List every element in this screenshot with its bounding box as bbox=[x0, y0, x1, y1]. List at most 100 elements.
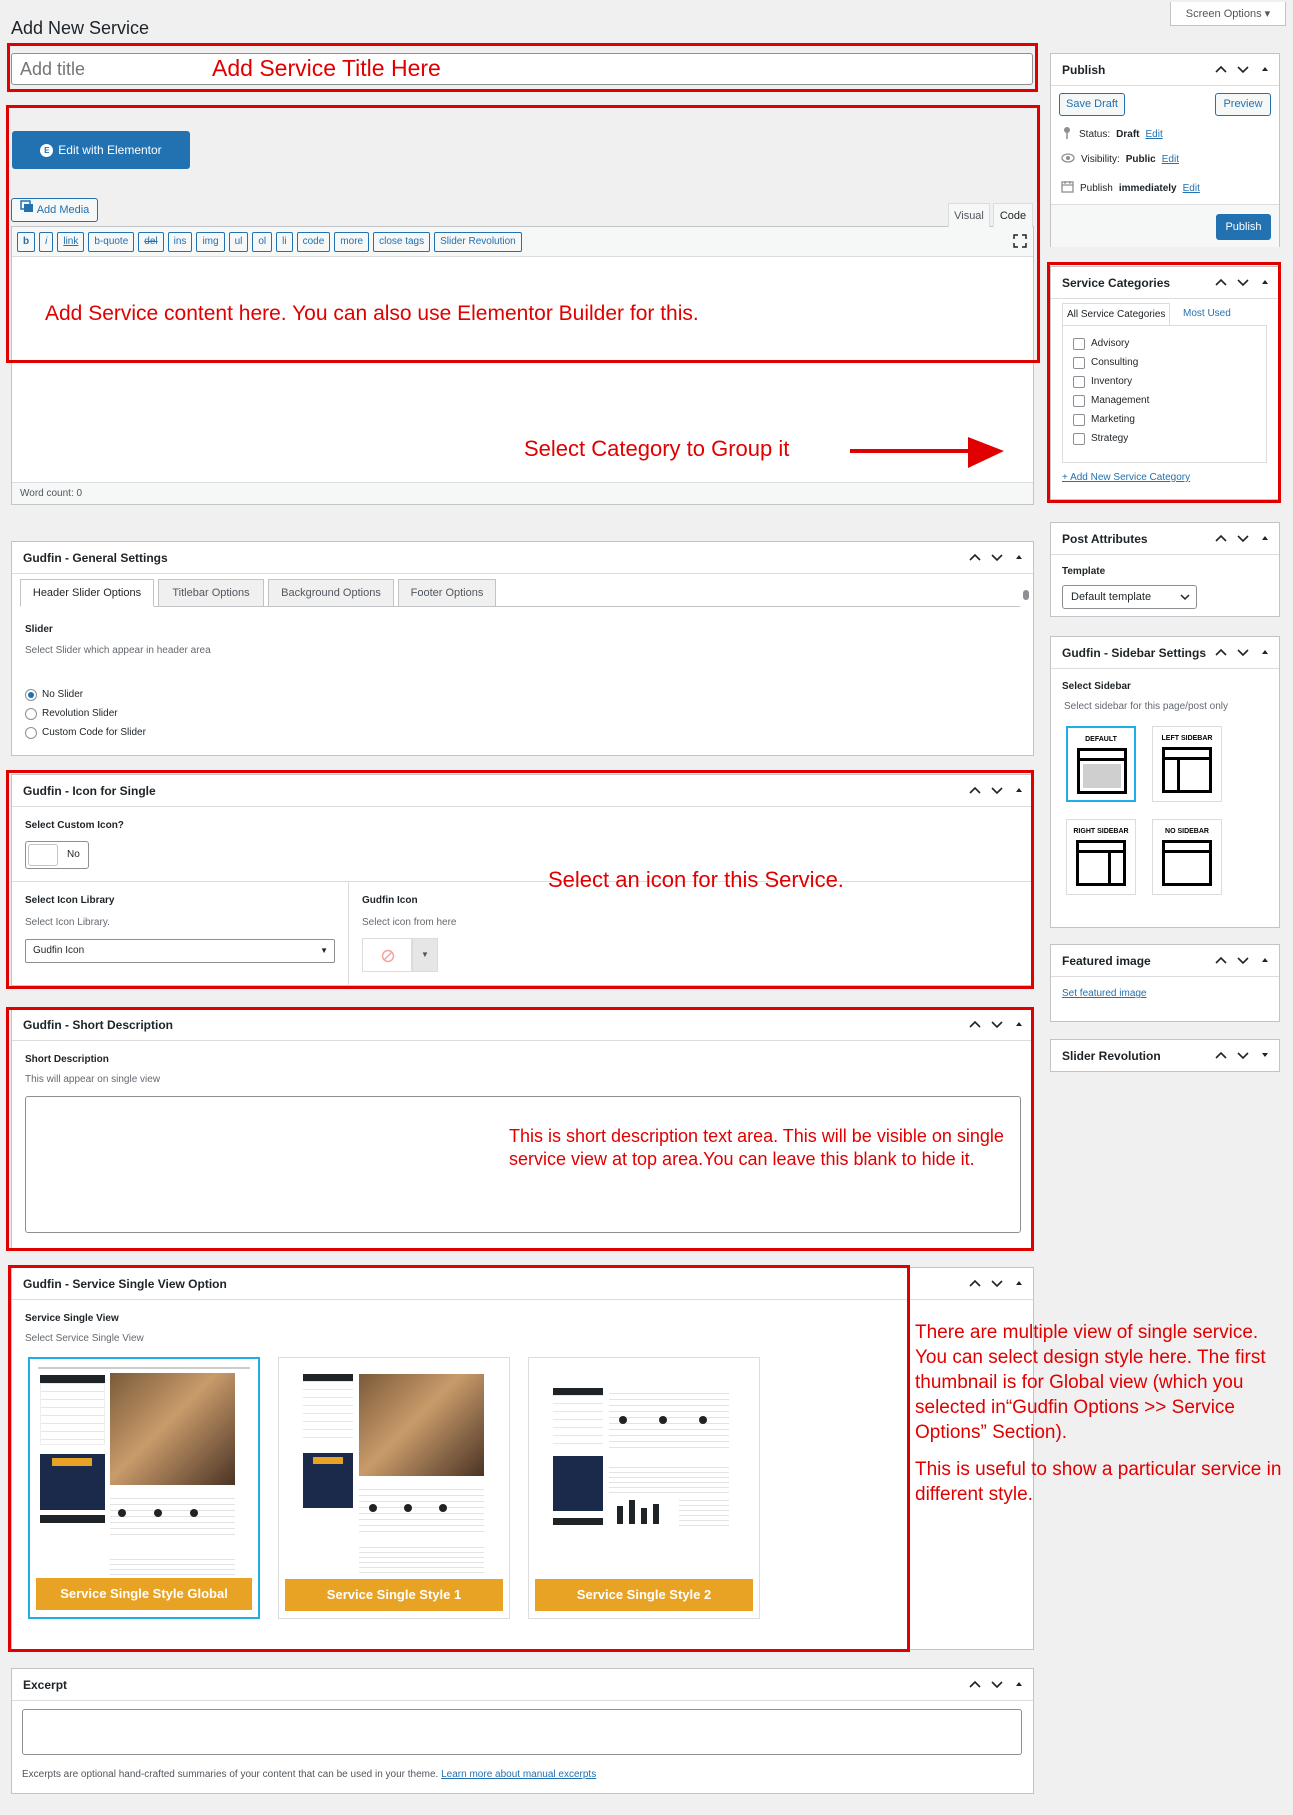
visibility-edit-link[interactable]: Edit bbox=[1162, 154, 1179, 165]
sidebar-option-left[interactable]: LEFT SIDEBAR bbox=[1152, 726, 1222, 802]
category-consulting[interactable]: Consulting bbox=[1073, 353, 1256, 372]
icon-picker-toggle[interactable]: ▼ bbox=[412, 938, 438, 972]
triangle-down-icon[interactable] bbox=[1257, 1047, 1273, 1063]
box-controls bbox=[1213, 274, 1273, 290]
template-select[interactable]: Default template bbox=[1062, 585, 1197, 609]
triangle-up-icon[interactable] bbox=[1011, 549, 1027, 565]
tab-header-slider-options[interactable]: Header Slider Options bbox=[20, 579, 154, 607]
category-advisory[interactable]: Advisory bbox=[1073, 334, 1256, 353]
icon-library-select[interactable]: Gudfin Icon ▼ bbox=[25, 939, 335, 963]
triangle-up-icon[interactable] bbox=[1011, 1275, 1027, 1291]
set-featured-image-link[interactable]: Set featured image bbox=[1062, 988, 1147, 999]
edit-with-elementor-button[interactable]: E Edit with Elementor bbox=[12, 131, 190, 169]
triangle-up-icon[interactable] bbox=[1257, 61, 1273, 77]
visibility-label: Visibility: bbox=[1081, 154, 1120, 165]
thumb-style-global[interactable]: Service Single Style Global bbox=[28, 1357, 260, 1619]
radio-revolution-slider[interactable]: Revolution Slider bbox=[25, 704, 146, 723]
preview-button[interactable]: Preview bbox=[1215, 93, 1271, 116]
title-input[interactable] bbox=[11, 53, 1033, 85]
chevron-down-icon[interactable] bbox=[1235, 952, 1251, 968]
qt-slider-revolution-button[interactable]: Slider Revolution bbox=[434, 232, 522, 252]
triangle-up-icon[interactable] bbox=[1011, 1016, 1027, 1032]
qt-link-button[interactable]: link bbox=[57, 232, 85, 252]
chevron-down-icon[interactable] bbox=[1235, 644, 1251, 660]
sidebar-option-default[interactable]: DEFAULT bbox=[1066, 726, 1136, 802]
category-inventory[interactable]: Inventory bbox=[1073, 372, 1256, 391]
category-strategy[interactable]: Strategy bbox=[1073, 429, 1256, 448]
radio-custom-code[interactable]: Custom Code for Slider bbox=[25, 723, 146, 742]
custom-icon-toggle[interactable]: No bbox=[25, 841, 89, 869]
tab-background-options[interactable]: Background Options bbox=[268, 579, 394, 607]
chevron-up-icon[interactable] bbox=[1213, 644, 1229, 660]
qt-more-button[interactable]: more bbox=[334, 232, 370, 252]
fullscreen-icon[interactable] bbox=[1013, 234, 1027, 251]
publish-time-edit-link[interactable]: Edit bbox=[1183, 183, 1200, 194]
chevron-down-icon[interactable] bbox=[989, 782, 1005, 798]
qt-img-button[interactable]: img bbox=[196, 232, 225, 252]
add-new-category-link[interactable]: + Add New Service Category bbox=[1062, 472, 1190, 483]
qt-ol-button[interactable]: ol bbox=[252, 232, 273, 252]
icon-single-box: Gudfin - Icon for Single Select Custom I… bbox=[11, 774, 1034, 986]
triangle-up-icon[interactable] bbox=[1011, 782, 1027, 798]
chevron-up-icon[interactable] bbox=[967, 1275, 983, 1291]
chevron-up-icon[interactable] bbox=[1213, 1047, 1229, 1063]
triangle-up-icon[interactable] bbox=[1257, 274, 1273, 290]
excerpt-help-link[interactable]: Learn more about manual excerpts bbox=[441, 1769, 596, 1780]
add-media-button[interactable]: Add Media bbox=[11, 198, 98, 222]
qt-code-button[interactable]: code bbox=[296, 232, 331, 252]
tab-most-used[interactable]: Most Used bbox=[1179, 303, 1235, 325]
triangle-up-icon[interactable] bbox=[1257, 530, 1273, 546]
publish-button[interactable]: Publish bbox=[1216, 214, 1271, 240]
tab-visual[interactable]: Visual bbox=[948, 203, 990, 227]
chevron-down-icon[interactable] bbox=[1235, 530, 1251, 546]
triangle-up-icon[interactable] bbox=[1257, 644, 1273, 660]
chevron-up-icon[interactable] bbox=[1213, 61, 1229, 77]
chevron-up-icon[interactable] bbox=[967, 1016, 983, 1032]
qt-close-tags-button[interactable]: close tags bbox=[373, 232, 431, 252]
save-draft-button[interactable]: Save Draft bbox=[1059, 93, 1125, 116]
category-marketing[interactable]: Marketing bbox=[1073, 410, 1256, 429]
screen-options-button[interactable]: Screen Options ▾ bbox=[1170, 2, 1286, 26]
tab-code[interactable]: Code bbox=[993, 203, 1033, 227]
tab-all-categories[interactable]: All Service Categories bbox=[1062, 303, 1171, 325]
chevron-down-icon[interactable] bbox=[1235, 274, 1251, 290]
chevron-down-icon[interactable] bbox=[1235, 1047, 1251, 1063]
qt-del-button[interactable]: del bbox=[138, 232, 164, 252]
sidebar-option-right[interactable]: RIGHT SIDEBAR bbox=[1066, 819, 1136, 895]
triangle-up-icon[interactable] bbox=[1011, 1676, 1027, 1692]
chevron-up-icon[interactable] bbox=[967, 1676, 983, 1692]
qt-li-button[interactable]: li bbox=[276, 232, 293, 252]
qt-bold-button[interactable]: b bbox=[17, 232, 36, 252]
qt-italic-button[interactable]: i bbox=[39, 232, 54, 252]
triangle-up-icon[interactable] bbox=[1257, 952, 1273, 968]
tab-footer-options[interactable]: Footer Options bbox=[398, 579, 496, 607]
chevron-up-icon[interactable] bbox=[1213, 952, 1229, 968]
select-sidebar-hint: Select sidebar for this page/post only bbox=[1064, 701, 1228, 712]
chevron-up-icon[interactable] bbox=[967, 549, 983, 565]
chevron-up-icon[interactable] bbox=[1213, 274, 1229, 290]
chevron-down-icon[interactable] bbox=[989, 549, 1005, 565]
chevron-down-icon[interactable] bbox=[989, 1676, 1005, 1692]
qt-bquote-button[interactable]: b-quote bbox=[88, 232, 135, 252]
chevron-up-icon[interactable] bbox=[967, 782, 983, 798]
status-edit-link[interactable]: Edit bbox=[1145, 129, 1162, 140]
tab-titlebar-options[interactable]: Titlebar Options bbox=[158, 579, 264, 607]
chevron-up-icon[interactable] bbox=[1213, 530, 1229, 546]
sidebar-option-none[interactable]: NO SIDEBAR bbox=[1152, 819, 1222, 895]
scrollbar[interactable] bbox=[1023, 580, 1031, 608]
excerpt-textarea[interactable] bbox=[22, 1709, 1022, 1755]
icon-picker-preview[interactable] bbox=[362, 938, 412, 972]
category-management[interactable]: Management bbox=[1073, 391, 1256, 410]
qt-ins-button[interactable]: ins bbox=[167, 232, 193, 252]
radio-no-slider[interactable]: No Slider bbox=[25, 685, 146, 704]
thumb-style-1[interactable]: Service Single Style 1 bbox=[278, 1357, 510, 1619]
publish-time-row: Publish immediately Edit bbox=[1061, 180, 1200, 196]
box-controls bbox=[967, 1275, 1027, 1291]
chevron-down-icon[interactable] bbox=[1235, 61, 1251, 77]
add-media-icon bbox=[19, 199, 34, 221]
qt-ul-button[interactable]: ul bbox=[228, 232, 249, 252]
thumb-style-2[interactable]: Service Single Style 2 bbox=[528, 1357, 760, 1619]
chevron-down-icon[interactable] bbox=[989, 1275, 1005, 1291]
chevron-down-icon[interactable] bbox=[989, 1016, 1005, 1032]
category-label: Inventory bbox=[1091, 376, 1133, 387]
